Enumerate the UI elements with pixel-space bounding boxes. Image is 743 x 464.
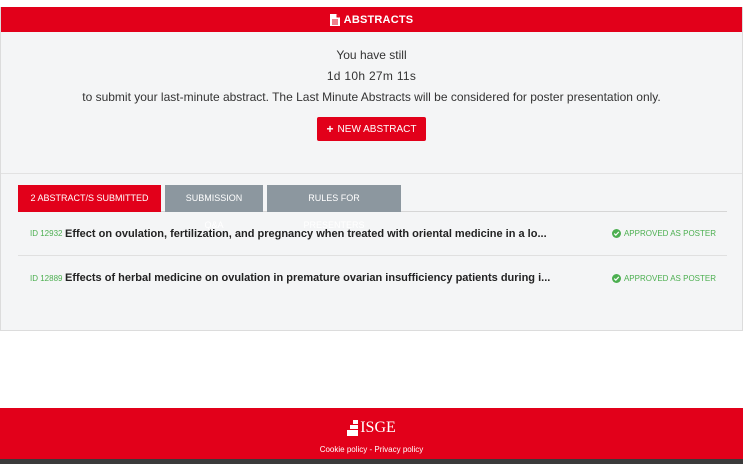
footer: ISGE Cookie policy - Privacy policy <box>0 408 743 459</box>
status-badge: APPROVED AS POSTER <box>611 273 716 283</box>
check-circle-icon <box>611 229 621 238</box>
status-label: APPROVED AS POSTER <box>623 229 716 238</box>
deadline-intro: You have still <box>336 48 407 62</box>
check-circle-icon <box>611 273 621 283</box>
tab-rules-for-presenters[interactable]: RULES FOR PRESENTERS <box>267 185 401 230</box>
status-badge: APPROVED AS POSTER <box>611 229 716 238</box>
new-abstract-label: NEW ABSTRACT <box>337 123 417 135</box>
panel-title: ABSTRACTS <box>343 13 414 26</box>
plus-icon: + <box>326 122 334 136</box>
isge-logo-icon <box>347 420 359 436</box>
tabs-area: 2 ABSTRACT/S SUBMITTED SUBMISSION Q&A RU… <box>18 185 727 300</box>
abstracts-panel: ABSTRACTS You have still 1d 10h 27m 11s … <box>0 7 743 331</box>
privacy-policy-link[interactable]: Privacy policy <box>374 445 423 454</box>
bottom-bar <box>0 459 743 464</box>
new-abstract-button[interactable]: + NEW ABSTRACT <box>316 117 427 141</box>
tab-submitted-abstracts[interactable]: 2 ABSTRACT/S SUBMITTED <box>18 185 161 212</box>
abstract-list: ID 12932 Effect on ovulation, fertilizat… <box>18 212 727 300</box>
deadline-info: You have still 1d 10h 27m 11s to submit … <box>1 32 742 141</box>
abstract-row[interactable]: ID 12932 Effect on ovulation, fertilizat… <box>18 212 727 256</box>
countdown-timer: 1d 10h 27m 11s <box>326 69 417 83</box>
isge-logo[interactable]: ISGE <box>0 419 743 437</box>
status-label: APPROVED AS POSTER <box>623 273 716 283</box>
logo-text: ISGE <box>360 419 396 436</box>
footer-links: Cookie policy - Privacy policy <box>0 445 743 454</box>
deadline-message: to submit your last-minute abstract. The… <box>82 90 661 104</box>
tab-bar: 2 ABSTRACT/S SUBMITTED SUBMISSION Q&A RU… <box>18 185 727 230</box>
abstract-id: ID 12932 <box>30 229 63 238</box>
document-icon <box>329 13 340 26</box>
cookie-policy-link[interactable]: Cookie policy <box>320 445 368 454</box>
abstract-row[interactable]: ID 12889 Effects of herbal medicine on o… <box>18 256 727 300</box>
section-divider <box>1 173 742 174</box>
abstract-title[interactable]: Effect on ovulation, fertilization, and … <box>65 228 585 240</box>
panel-header: ABSTRACTS <box>1 7 742 32</box>
abstract-title[interactable]: Effects of herbal medicine on ovulation … <box>65 272 585 284</box>
abstract-id: ID 12889 <box>30 273 63 283</box>
tab-submission-qa[interactable]: SUBMISSION Q&A <box>165 185 263 230</box>
